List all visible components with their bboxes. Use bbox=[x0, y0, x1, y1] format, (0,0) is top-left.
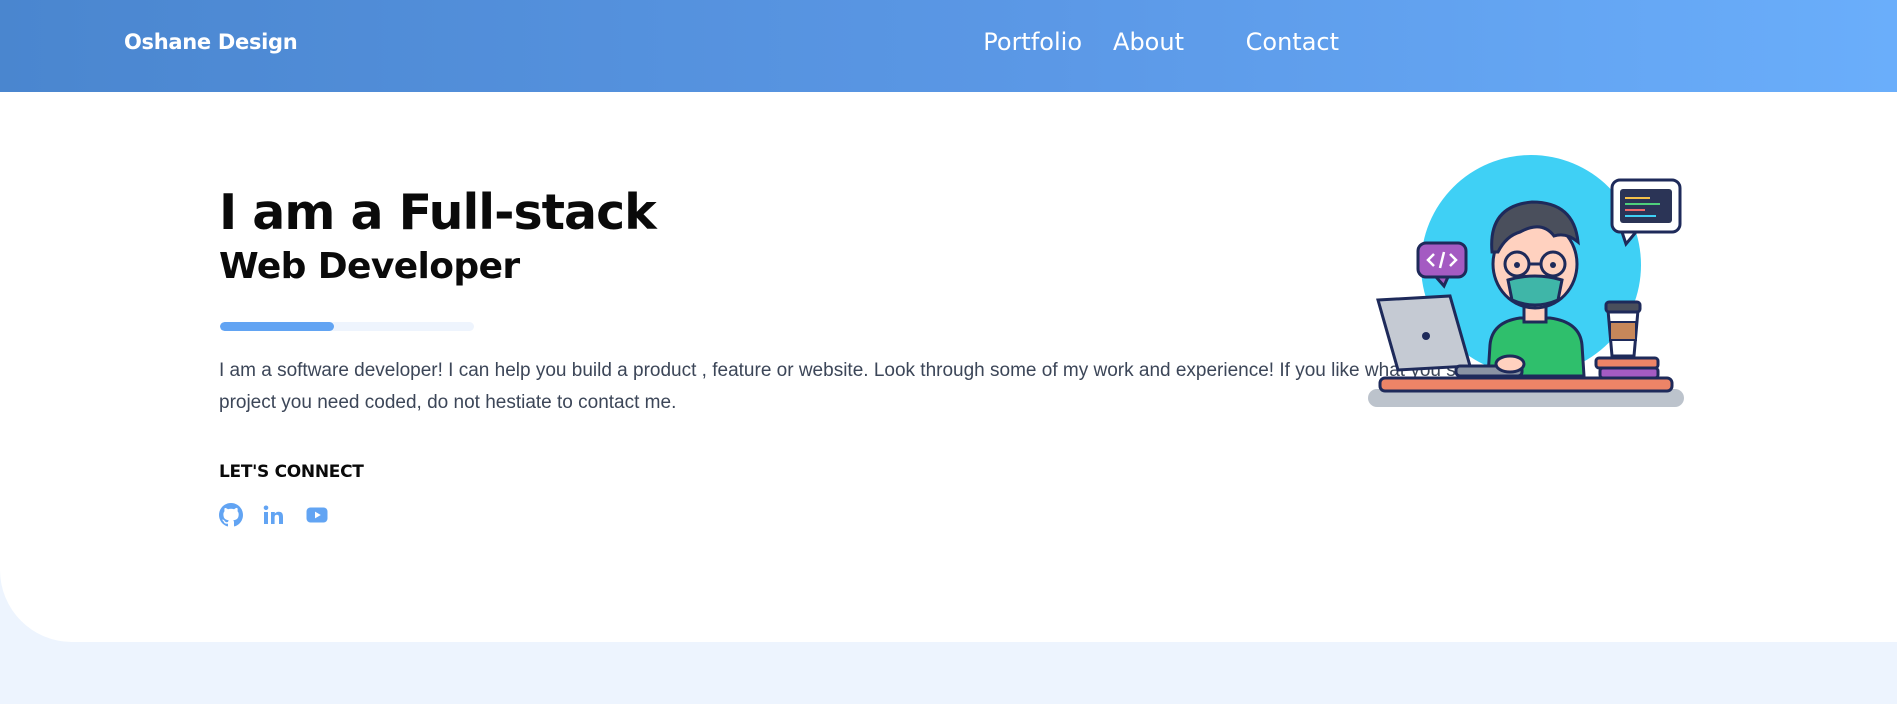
github-icon[interactable] bbox=[219, 503, 243, 527]
top-navbar: Oshane Design Portfolio About Contact bbox=[0, 0, 1897, 92]
linkedin-icon[interactable] bbox=[261, 503, 285, 527]
youtube-icon[interactable] bbox=[305, 503, 329, 527]
skill-progress-fill bbox=[220, 322, 335, 331]
brand-logo-link[interactable]: Oshane Design bbox=[124, 30, 298, 54]
hero-title: I am a Full-stack bbox=[219, 184, 657, 241]
developer-illustration bbox=[1368, 155, 1684, 407]
nav-link-about[interactable]: About bbox=[1113, 28, 1184, 56]
lets-connect-heading: LET'S CONNECT bbox=[219, 462, 364, 482]
skill-progress-bar bbox=[220, 322, 474, 331]
nav-link-portfolio[interactable]: Portfolio bbox=[983, 28, 1082, 56]
hero-subtitle: Web Developer bbox=[219, 246, 520, 287]
nav-link-contact[interactable]: Contact bbox=[1246, 28, 1339, 56]
